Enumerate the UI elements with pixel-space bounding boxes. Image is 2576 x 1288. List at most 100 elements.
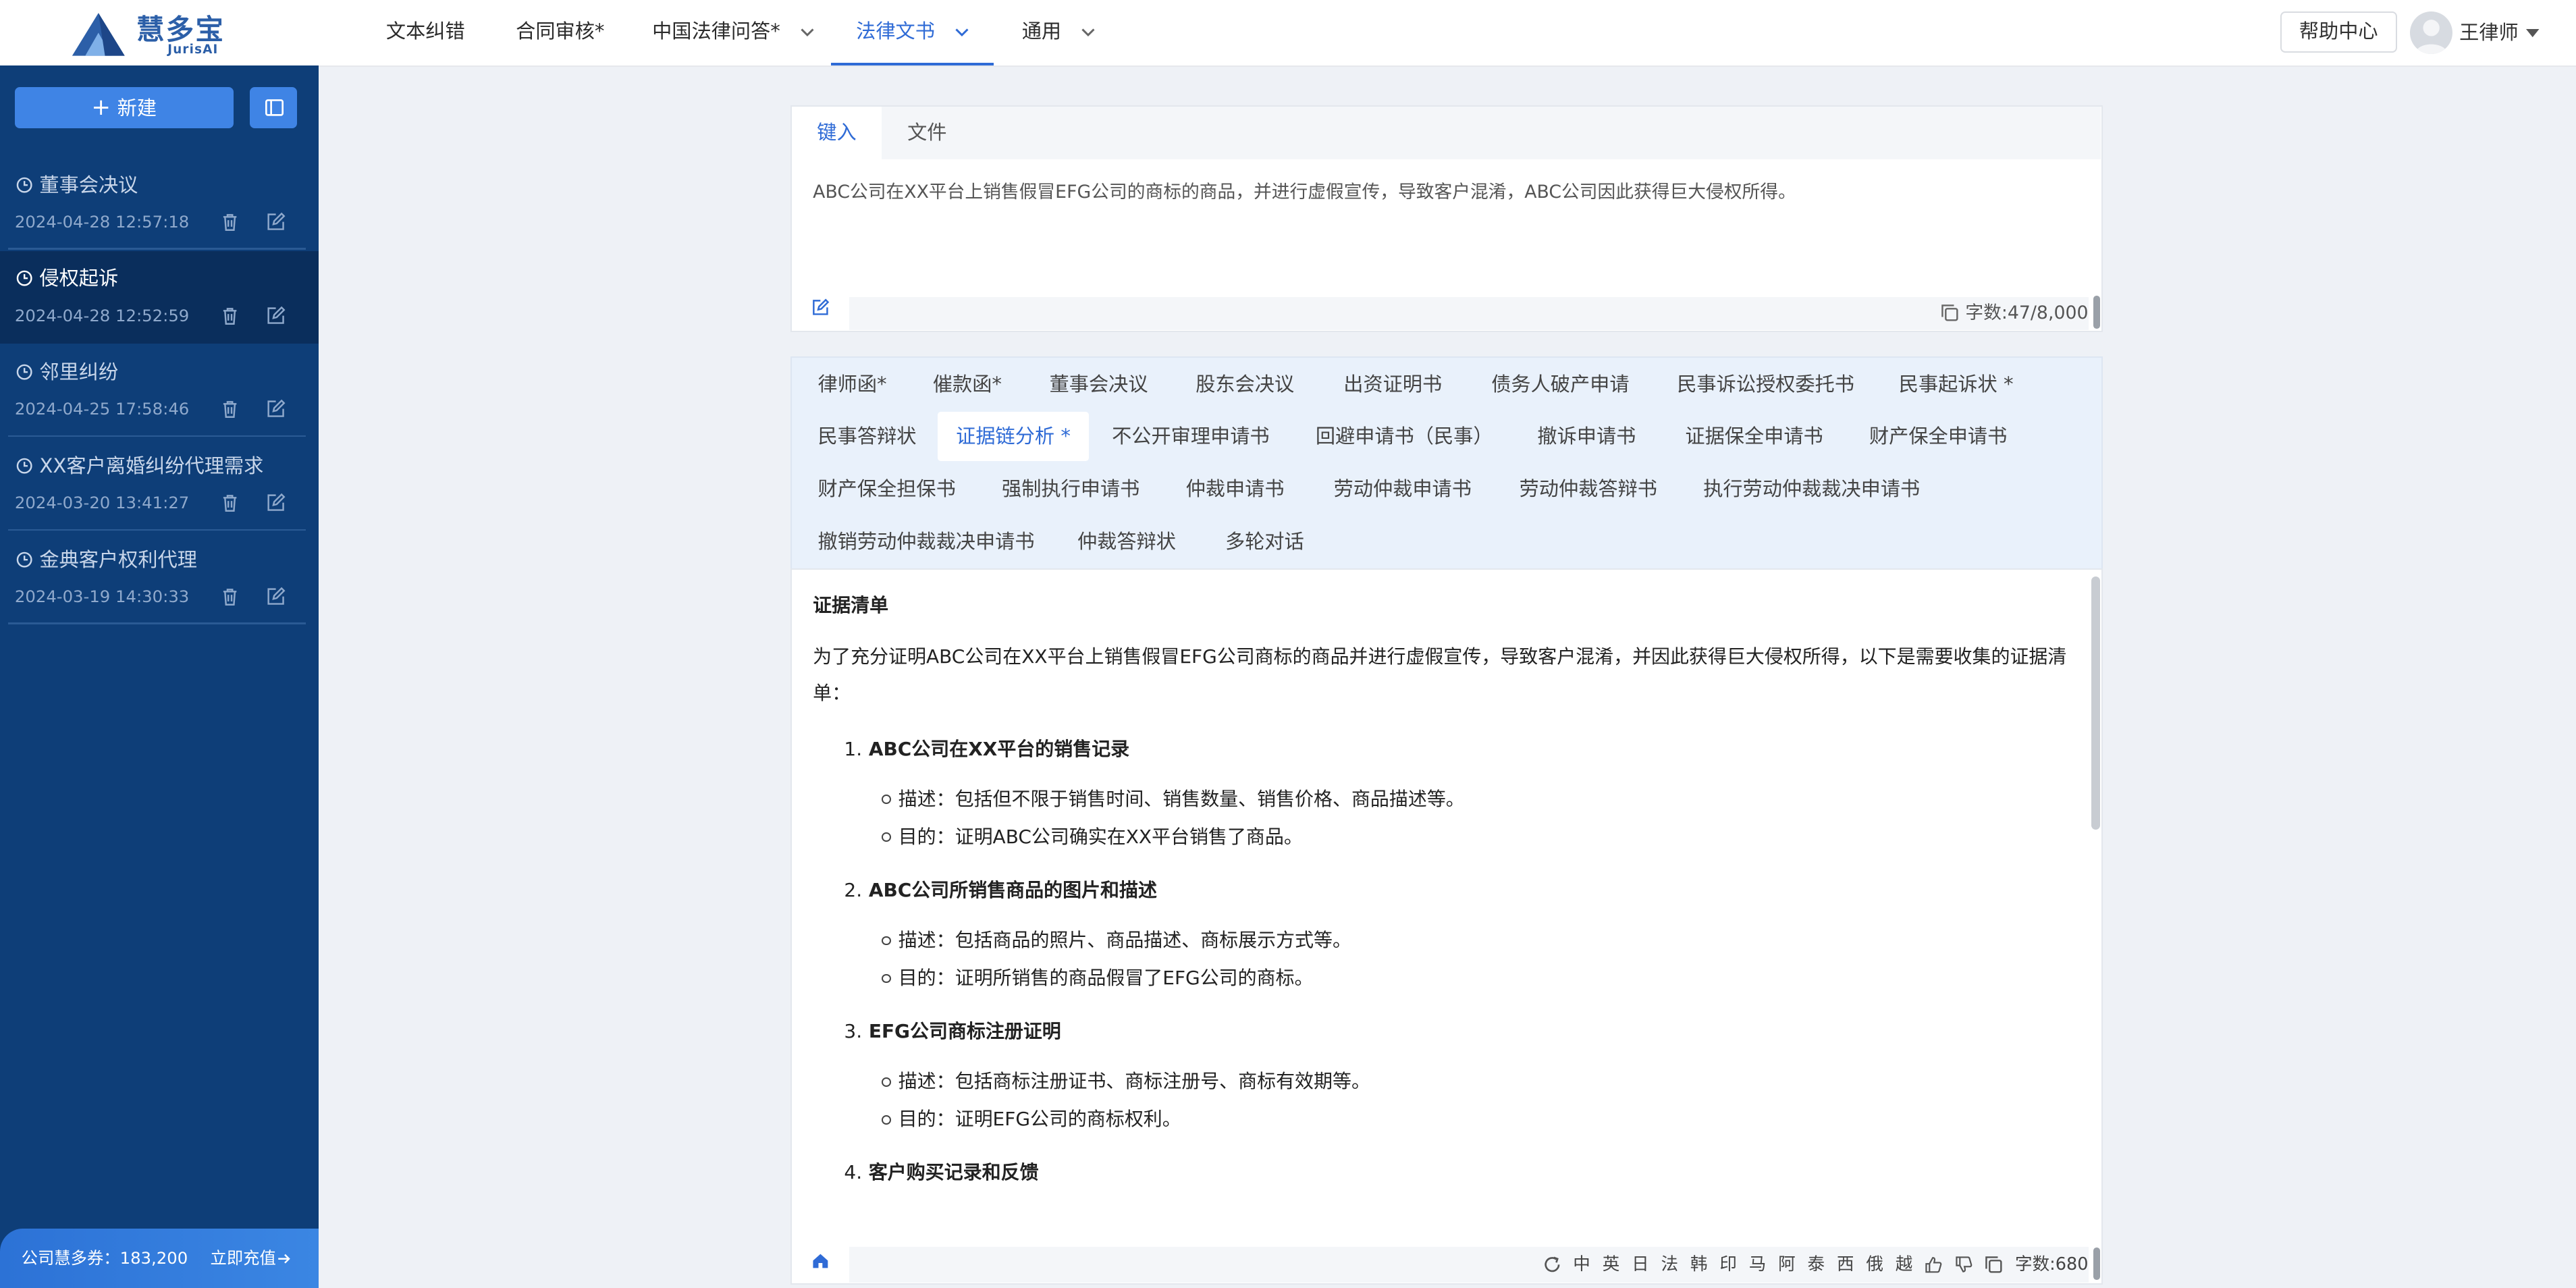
help-center-button[interactable]: 帮助中心: [2280, 11, 2397, 53]
translate-en[interactable]: 英: [1603, 1254, 1620, 1274]
translate-th[interactable]: 泰: [1808, 1254, 1825, 1274]
input-tabs: 键入 文件: [791, 106, 2101, 159]
template-evidence-preservation[interactable]: 证据保全申请书: [1685, 412, 1823, 461]
translate-ko[interactable]: 韩: [1690, 1254, 1708, 1274]
chevron-down-icon: [1081, 28, 1095, 36]
history-item[interactable]: XX客户离婚纠纷代理需求 2024-03-20 13:41:27: [0, 439, 319, 531]
clock-icon: [17, 364, 32, 380]
template-arbitration-application[interactable]: 仲裁申请书: [1186, 464, 1285, 514]
template-arbitration-defense[interactable]: 仲裁答辩状: [1077, 517, 1176, 566]
new-session-button[interactable]: + 新建: [14, 86, 234, 128]
chevron-down-icon: [955, 28, 969, 36]
evidence-heading: 4. 客户购买记录和反馈: [844, 1154, 2078, 1191]
edit-icon[interactable]: [811, 298, 830, 317]
history-item[interactable]: 金典客户权利代理 2024-03-19 14:30:33: [0, 532, 319, 624]
translate-ar[interactable]: 阿: [1778, 1254, 1796, 1274]
case-description-input[interactable]: ABC公司在XX平台上销售假冒EFG公司的商标的商品，并进行虚假宣传，导致客户混…: [813, 177, 1796, 203]
section-heading-text: ABC公司在XX平台的销售记录: [868, 737, 1130, 760]
recharge-link[interactable]: 立即充值: [211, 1229, 291, 1288]
template-revoke-labor-award[interactable]: 撤销劳动仲裁裁决申请书: [817, 517, 1034, 566]
nav-text-correction[interactable]: 文本纠错: [386, 0, 465, 65]
thumbs-down-icon[interactable]: [1955, 1256, 1973, 1274]
resize-handle[interactable]: [2093, 1247, 2100, 1281]
template-labor-arbitration-application[interactable]: 劳动仲裁申请书: [1334, 464, 1472, 514]
avatar[interactable]: [2410, 11, 2453, 55]
template-shareholder-resolution[interactable]: 股东会决议: [1196, 360, 1294, 409]
translate-zh[interactable]: 中: [1573, 1254, 1590, 1274]
resize-handle[interactable]: [2093, 296, 2100, 329]
template-capital-certificate[interactable]: 出资证明书: [1343, 360, 1442, 409]
translate-ja[interactable]: 日: [1632, 1254, 1649, 1274]
user-menu[interactable]: 王律师: [2459, 0, 2540, 65]
template-property-preservation[interactable]: 财产保全申请书: [1869, 412, 2007, 461]
translate-ms[interactable]: 马: [1749, 1254, 1767, 1274]
evidence-detail-item: 描述：包括商标注册证书、商标注册号、商标有效期等。: [813, 1063, 2078, 1100]
divider: [8, 529, 306, 531]
template-private-hearing-application[interactable]: 不公开审理申请书: [1112, 412, 1270, 461]
edit-icon[interactable]: [266, 493, 286, 512]
trash-icon[interactable]: [220, 399, 240, 419]
history-item[interactable]: 侵权起诉 2024-04-28 12:52:59: [0, 251, 319, 344]
chevron-down-icon: [800, 28, 814, 36]
trash-icon[interactable]: [220, 493, 240, 512]
trash-icon[interactable]: [220, 212, 240, 232]
home-icon[interactable]: [811, 1252, 830, 1270]
template-evidence-chain-analysis[interactable]: 证据链分析 *: [938, 412, 1090, 462]
nav-label: 法律文书: [856, 20, 935, 43]
template-civil-defense[interactable]: 民事答辩状: [817, 412, 916, 461]
scrollbar-thumb[interactable]: [2091, 576, 2100, 830]
thumbs-up-icon[interactable]: [1925, 1256, 1943, 1274]
output-title: 证据清单: [813, 594, 889, 617]
history-title: 金典客户权利代理: [16, 544, 197, 572]
template-withdrawal-application[interactable]: 撤诉申请书: [1537, 412, 1636, 461]
output-scrollbar[interactable]: [2089, 570, 2101, 1283]
edit-icon[interactable]: [266, 212, 286, 232]
nav-law-qa[interactable]: 中国法律问答*: [652, 0, 814, 65]
evidence-detail-item: 目的：证明所销售的商品假冒了EFG公司的商标。: [813, 959, 2078, 997]
translate-ru[interactable]: 俄: [1866, 1254, 1883, 1274]
nav-contract-review[interactable]: 合同审核*: [516, 0, 604, 65]
evidence-heading: 2. ABC公司所销售商品的图片和描述: [844, 872, 2078, 909]
history-item[interactable]: 邻里纠纷 2024-04-25 17:58:46: [0, 345, 319, 437]
brand-logo[interactable]: 慧多宝 JurisAI: [69, 5, 233, 61]
template-bankruptcy-application[interactable]: 债务人破产申请: [1491, 360, 1629, 409]
template-lawyer-letter[interactable]: 律师函*: [817, 360, 886, 409]
history-item[interactable]: 董事会决议 2024-04-28 12:57:18: [0, 158, 319, 250]
nav-general[interactable]: 通用: [1022, 0, 1096, 65]
translate-es[interactable]: 西: [1837, 1254, 1854, 1274]
clock-icon: [17, 271, 32, 287]
evidence-details: 描述：包括商标注册证书、商标注册号、商标有效期等。 目的：证明EFG公司的商标权…: [813, 1063, 2078, 1138]
template-multi-turn-dialog[interactable]: 多轮对话: [1225, 517, 1304, 566]
template-property-guarantee[interactable]: 财产保全担保书: [817, 464, 955, 514]
template-board-resolution[interactable]: 董事会决议: [1050, 360, 1148, 409]
trash-icon[interactable]: [220, 587, 240, 606]
trash-icon[interactable]: [220, 306, 240, 325]
edit-icon[interactable]: [266, 399, 286, 419]
template-recusal-application[interactable]: 回避申请书（民事）: [1316, 412, 1493, 461]
edit-icon[interactable]: [266, 587, 286, 606]
template-enforcement-application[interactable]: 强制执行申请书: [1002, 464, 1139, 514]
translate-vi[interactable]: 越: [1896, 1254, 1913, 1274]
sidebar: + 新建 董事会决议 2024-04-28 12:57:18 侵权起诉 2024-…: [0, 65, 319, 1288]
template-civil-complaint[interactable]: 民事起诉状 *: [1899, 360, 2014, 409]
nav-legal-documents[interactable]: 法律文书: [831, 0, 994, 66]
credits-balance: 公司慧多券：183,200: [21, 1248, 188, 1268]
refresh-icon[interactable]: [1543, 1256, 1561, 1274]
toggle-sidebar-button[interactable]: [249, 86, 298, 128]
evidence-heading: 3. EFG公司商标注册证明: [844, 1013, 2078, 1050]
template-labor-award-enforcement[interactable]: 执行劳动仲裁裁决申请书: [1703, 464, 1920, 514]
evidence-detail-item: 目的：证明EFG公司的商标权利。: [813, 1100, 2078, 1138]
tab-file[interactable]: 文件: [882, 107, 972, 159]
copy-icon[interactable]: [1941, 304, 1959, 322]
output-intro: 为了充分证明ABC公司在XX平台上销售假冒EFG公司商标的商品并进行虚假宣传，导…: [813, 645, 2067, 704]
translate-id[interactable]: 印: [1719, 1254, 1737, 1274]
tab-type-input[interactable]: 键入: [791, 106, 882, 159]
template-payment-demand[interactable]: 催款函*: [933, 360, 1002, 409]
section-heading-text: EFG公司商标注册证明: [868, 1020, 1061, 1043]
translate-fr[interactable]: 法: [1661, 1254, 1679, 1274]
template-litigation-power-of-attorney[interactable]: 民事诉讼授权委托书: [1677, 360, 1854, 409]
template-labor-arbitration-defense[interactable]: 劳动仲裁答辩书: [1520, 464, 1657, 514]
edit-icon[interactable]: [266, 306, 286, 325]
copy-icon[interactable]: [1985, 1256, 2003, 1274]
nav-label: 中国法律问答*: [652, 20, 780, 43]
